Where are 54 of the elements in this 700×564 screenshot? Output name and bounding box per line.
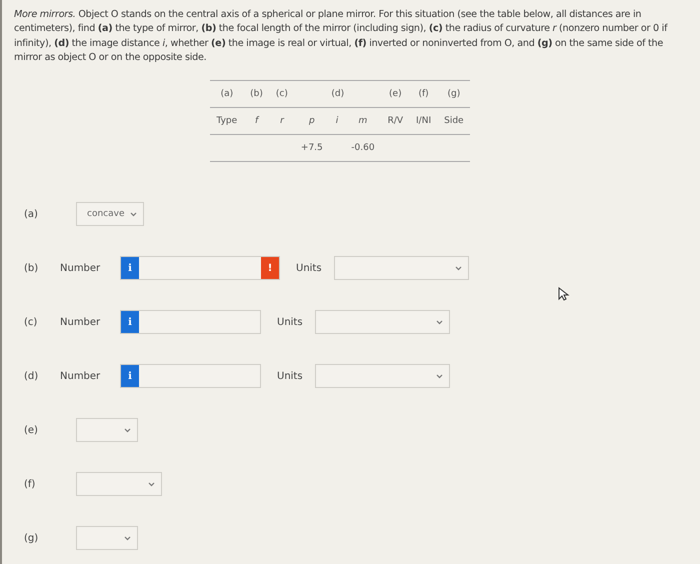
column-header: I/NI [416,116,432,126]
column-header: r [280,116,284,126]
chevron-down-icon [436,320,443,325]
number-label: Number [60,262,102,274]
chevron-down-icon [436,374,443,379]
dropdown[interactable] [76,526,138,550]
column-header: p [308,116,315,126]
units-label: Units [296,262,322,274]
part-label: (e) [23,424,39,436]
mouse-pointer-icon [558,287,570,301]
part-label: (g) [23,532,40,544]
number-field[interactable]: i ! [120,256,280,280]
units-dropdown[interactable] [334,256,469,280]
table-cell: -0.60 [351,142,375,153]
chevron-down-icon [454,266,462,271]
part-label: (b) [23,262,40,274]
part-label: (c) [23,316,38,328]
dropdown[interactable]: concave [76,202,144,226]
info-icon[interactable]: i [121,257,139,280]
dropdown[interactable] [76,472,162,496]
dropdown[interactable] [76,418,138,442]
question-text: More mirrors. Object O stands on the central axis of a spherical or plane mirror. For this situation (see the table below, all distances are in centimeters), find (a) the type of mirror, (b) the focal length of the mirror (including sign), (c) the radius of curvature r (nonzero number or 0 if infinity), (d) the image distance i, whether (e) the image is real or virtual, (f) inverted or noninverted from O, and (g) on the same side of the mirror as object O or on the opposite side. [14,8,669,66]
table-cell: +7.5 [300,142,323,153]
column-header: Side [444,116,464,126]
chevron-down-icon [124,428,131,433]
column-group-header: (b) [250,88,263,99]
number-label: Number [60,316,102,328]
units-label: Units [277,370,303,382]
column-group-header: (d) [331,88,344,99]
column-header: m [358,116,368,126]
number-field[interactable]: i [120,364,261,388]
chevron-down-icon [148,482,155,487]
units-dropdown[interactable] [314,310,450,334]
error-icon: ! [261,257,279,280]
units-label: Units [277,316,303,328]
part-label: (f) [23,478,36,490]
column-header: Type [216,116,238,126]
column-header: R/V [388,116,404,126]
info-icon[interactable]: i [121,311,139,334]
column-group-header: (a) [220,88,234,99]
column-group-header: (c) [276,88,288,99]
part-label: (d) [23,370,40,382]
column-header: i [336,116,338,126]
part-label: (a) [23,208,39,220]
units-dropdown[interactable] [314,364,450,388]
info-icon[interactable]: i [121,365,139,388]
column-group-header: (e) [389,88,402,99]
number-label: Number [60,370,102,382]
chevron-down-icon [124,536,131,541]
column-header: f [254,116,258,126]
column-group-header: (g) [447,88,460,99]
column-group-header: (f) [418,88,429,99]
number-field[interactable]: i [120,310,261,334]
chevron-down-icon [130,212,137,217]
